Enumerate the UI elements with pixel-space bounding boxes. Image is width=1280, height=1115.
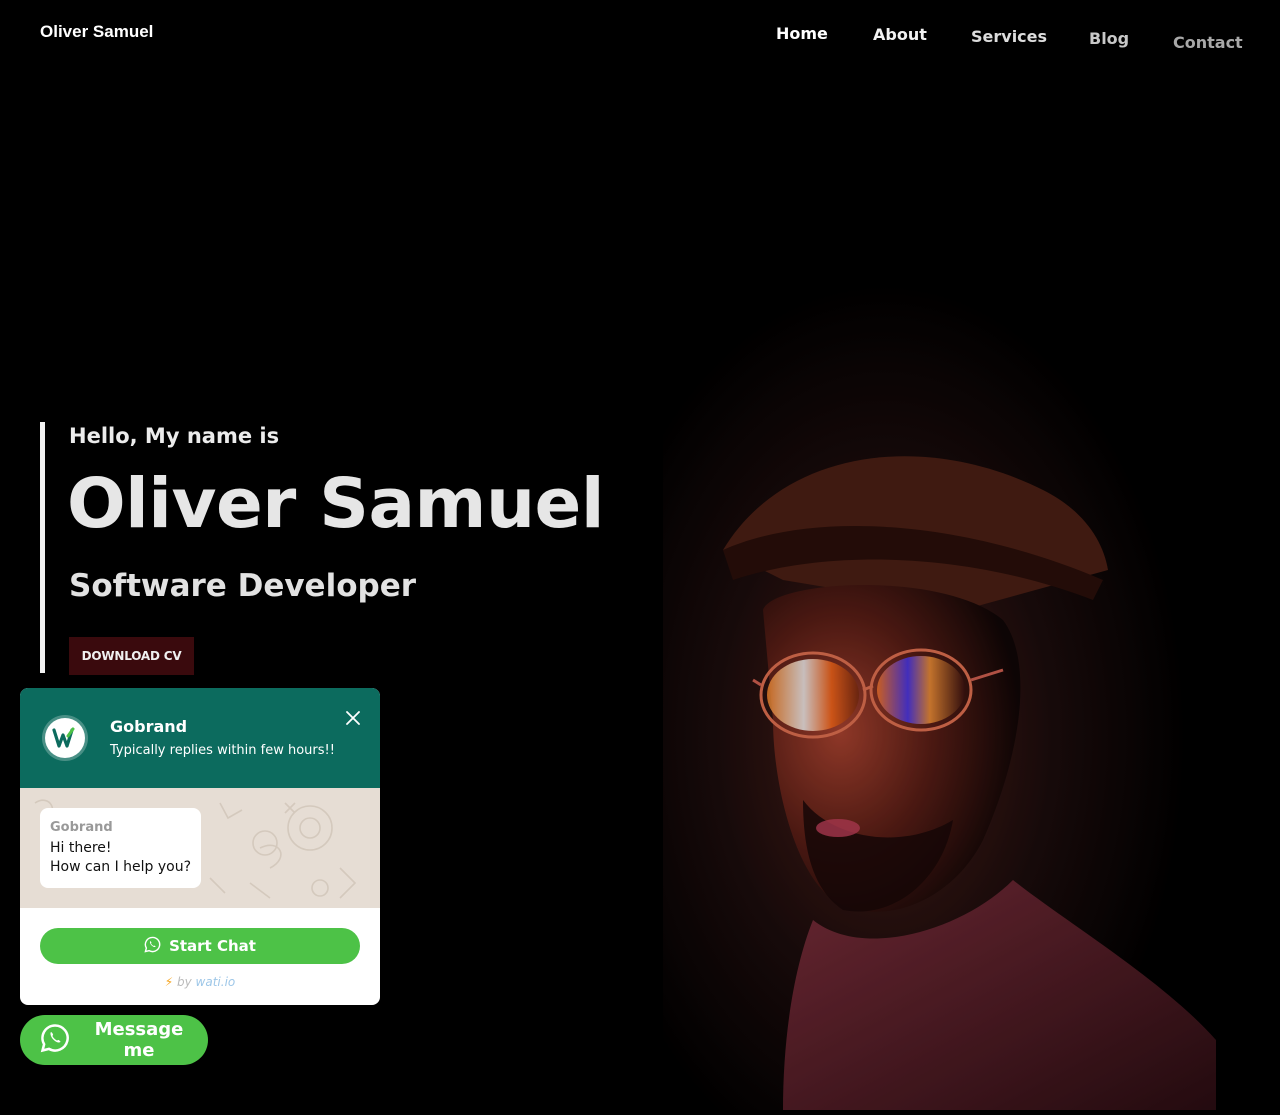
chat-bubble-sender: Gobrand [50,820,113,835]
chat-message-area: Gobrand Hi there! How can I help you? [20,788,380,908]
nav-services[interactable]: Services [971,27,1047,46]
chat-widget-header: Gobrand Typically replies within few hou… [20,688,380,788]
chat-widget-subtitle: Typically replies within few hours!! [110,743,335,758]
message-me-button[interactable]: Message me [20,1015,208,1065]
chat-bubble: Gobrand Hi there! How can I help you? [40,808,201,888]
close-icon[interactable] [343,708,363,728]
whatsapp-icon [144,936,161,957]
powered-by-text: by [177,975,192,989]
download-cv-button[interactable]: DOWNLOAD CV [69,637,194,675]
main-nav: Home About Services Blog Contact [0,0,1280,80]
nav-blog[interactable]: Blog [1089,29,1129,48]
hero-name: Oliver Samuel [67,464,605,544]
nav-home[interactable]: Home [776,24,828,43]
wati-link[interactable]: wati.io [196,975,236,989]
start-chat-button[interactable]: Start Chat [40,928,360,964]
whatsapp-icon [40,1023,70,1058]
hero-role: Software Developer [69,568,417,604]
powered-by: ⚡ by wati.io [20,975,380,989]
chat-widget-title: Gobrand [110,717,188,736]
chat-bubble-line1: Hi there! [50,840,112,856]
chat-widget: Gobrand Typically replies within few hou… [20,688,380,1005]
hero-portrait-image [663,280,1216,1110]
chat-bubble-line2: How can I help you? [50,859,192,875]
message-me-label: Message me [94,1019,184,1061]
hero-accent-bar [40,422,45,673]
nav-about[interactable]: About [873,25,927,44]
hero-greeting: Hello, My name is [69,424,280,448]
nav-contact[interactable]: Contact [1173,33,1243,52]
start-chat-label: Start Chat [169,937,256,955]
lightning-icon: ⚡ [164,975,174,989]
wati-logo-icon [45,718,85,758]
